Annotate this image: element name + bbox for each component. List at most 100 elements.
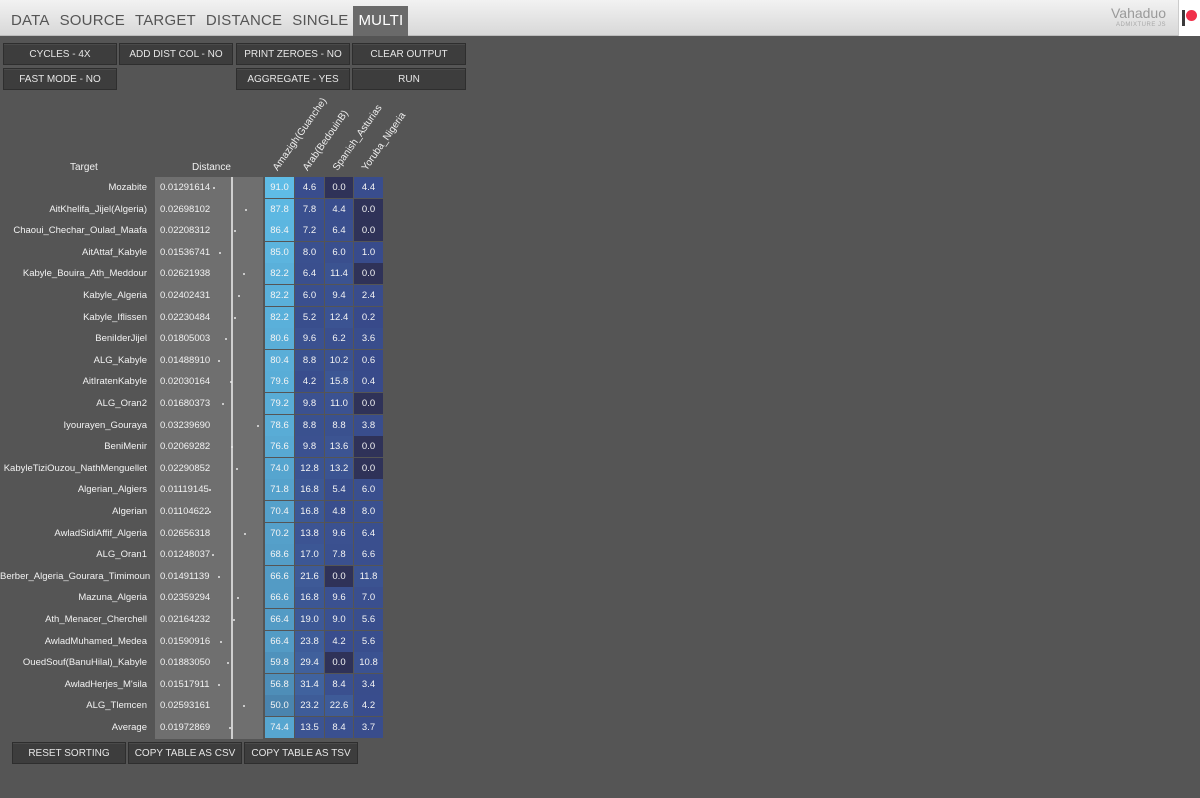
row-distance: 0.02402431 (160, 290, 211, 301)
row-target: Mozabite (108, 182, 147, 193)
brand: Vahaduo ADMIXTURE JS (1111, 5, 1166, 28)
table-row: KabyleTiziOuzou_NathMenguellet 0.02290852… (0, 457, 400, 479)
row-cell-source-4: 5.6 (354, 630, 383, 652)
row-cell-source-2: 8.8 (295, 349, 324, 371)
row-target: BeniMenir (104, 441, 147, 453)
table-row: Mazuna_Algeria 0.02359294 66.6 16.8 9.6 7.0 (0, 587, 400, 609)
row-target: ALG_Tlemcen (86, 700, 147, 712)
table-row: Algerian 0.01104622 70.4 16.8 4.8 8.0 (0, 501, 400, 522)
distance-marker (217, 575, 220, 578)
cycles-button[interactable]: CYCLES - 4X (3, 43, 117, 65)
tab-single[interactable]: SINGLE (287, 6, 353, 36)
row-cell-source-4: 4.4 (354, 177, 383, 198)
distance-marker (257, 424, 259, 427)
row-target: Berber_Algeria_Gourara_Timimoun (0, 570, 151, 582)
tab-data[interactable]: DATA (6, 6, 55, 36)
row-target: Algerian (112, 506, 147, 517)
row-cell-source-1: 59.8 (265, 652, 294, 674)
copy-csv-button[interactable]: COPY TABLE AS CSV (128, 742, 242, 764)
tab-target[interactable]: TARGET (130, 6, 201, 36)
header-distance[interactable]: Distance (192, 162, 231, 173)
table-row: BeniIderJijel 0.01805003 80.6 9.6 6.2 3.6 (0, 328, 400, 350)
tab-multi[interactable]: MULTI (353, 6, 409, 36)
distance-marker (243, 532, 246, 535)
row-cell-source-2: 6.4 (295, 263, 324, 285)
row-cell-source-2: 8.0 (295, 241, 324, 263)
row-target: ALG_Oran1 (96, 549, 147, 561)
row-cell-source-3: 6.0 (325, 241, 353, 263)
table-row: OuedSouf(BanuHilal)_Kabyle 0.01883050 59.8… (0, 652, 400, 674)
fast-mode-button[interactable]: FAST MODE - NO (3, 68, 117, 90)
add-dist-col-button[interactable]: ADD DIST COL - NO (119, 43, 233, 65)
row-distance: 0.02230484 (160, 311, 211, 323)
row-distance: 0.02698102 (160, 203, 211, 215)
table-row: ALG_Oran1 0.01248037 68.6 17.0 7.8 6.6 (0, 544, 400, 566)
patreon-icon-bar (1182, 10, 1185, 26)
row-distance: 0.01805003 (160, 333, 211, 345)
copy-tsv-button[interactable]: COPY TABLE AS TSV (244, 742, 358, 764)
row-cell-source-2: 21.6 (295, 565, 324, 587)
aggregate-button[interactable]: AGGREGATE - YES (236, 68, 350, 90)
row-cell-source-1: 86.4 (265, 220, 294, 242)
row-cell-source-4: 11.8 (354, 565, 383, 587)
row-distance: 0.01104622 (160, 506, 210, 517)
table-row: Average 0.01972869 74.4 13.5 8.4 3.7 (0, 717, 400, 738)
row-cell-source-1: 50.0 (265, 695, 294, 717)
row-cell-source-1: 79.6 (265, 371, 294, 393)
row-cell-source-2: 13.5 (295, 717, 324, 738)
row-distance: 0.02030164 (160, 376, 211, 388)
reset-sorting-button[interactable]: RESET SORTING (12, 742, 126, 764)
table-row: ALG_Tlemcen 0.02593161 50.0 23.2 22.6 4.2 (0, 695, 400, 717)
row-distance: 0.02069282 (160, 441, 211, 453)
run-button[interactable]: RUN (352, 68, 466, 90)
row-cell-source-3: 22.6 (325, 695, 353, 717)
row-cell-source-4: 6.4 (354, 522, 383, 544)
row-cell-source-3: 6.2 (325, 328, 353, 350)
patreon-link[interactable] (1178, 0, 1200, 36)
distance-marker (243, 273, 246, 276)
header-source-1[interactable]: Amazigh(Guanche) (271, 96, 329, 173)
row-distance: 0.02208312 (160, 225, 211, 237)
print-zeroes-button[interactable]: PRINT ZEROES - NO (236, 43, 350, 65)
distance-marker (233, 230, 236, 233)
row-cell-source-4: 8.0 (354, 501, 383, 522)
table-row: ALG_Oran2 0.01680373 79.2 9.8 11.0 0.0 (0, 393, 400, 414)
distance-marker (222, 403, 224, 405)
row-target: AitAttaf_Kabyle (82, 246, 147, 258)
row-cell-source-3: 9.6 (325, 587, 353, 609)
nav-tabs: DATA SOURCE TARGET DISTANCE SINGLE MULTI (6, 6, 409, 36)
row-target: Algerian_Algiers (77, 484, 147, 496)
row-distance: 0.01590916 (160, 635, 211, 647)
brand-subtitle: ADMIXTURE JS (1115, 22, 1166, 28)
header-target[interactable]: Target (70, 162, 98, 173)
row-distance: 0.02621938 (160, 268, 211, 280)
row-cell-source-1: 56.8 (265, 673, 294, 695)
row-target: Chaoui_Chechar_Oulad_Maafa (13, 225, 147, 237)
tab-distance[interactable]: DISTANCE (201, 6, 287, 36)
row-cell-source-3: 9.4 (325, 285, 353, 306)
row-cell-source-1: 82.2 (265, 285, 294, 306)
distance-marker (209, 489, 212, 492)
distance-marker (230, 446, 233, 449)
distance-marker (218, 251, 221, 254)
row-distance: 0.02359294 (160, 592, 211, 604)
row-cell-source-4: 2.4 (354, 285, 383, 306)
tab-source[interactable]: SOURCE (55, 6, 130, 36)
distance-marker (238, 295, 241, 297)
distance-marker (237, 597, 240, 600)
row-cell-source-4: 0.6 (354, 349, 383, 371)
row-cell-source-4: 0.0 (354, 220, 383, 242)
table-row: Algerian_Algiers 0.01119145 71.8 16.8 5.4 6.0 (0, 479, 400, 501)
distance-marker (226, 662, 229, 665)
row-cell-source-2: 13.8 (295, 522, 324, 544)
row-cell-source-1: 68.6 (265, 544, 294, 566)
clear-output-button[interactable]: CLEAR OUTPUT (352, 43, 466, 65)
row-cell-source-1: 80.4 (265, 349, 294, 371)
table-row: Iyourayen_Gouraya 0.03239690 78.6 8.8 8.8 3.8 (0, 414, 400, 436)
row-cell-source-4: 0.4 (354, 371, 383, 393)
distance-marker (212, 554, 215, 557)
row-cell-source-4: 0.0 (354, 393, 383, 414)
row-distance: 0.02593161 (160, 700, 211, 712)
row-cell-source-2: 6.0 (295, 285, 324, 306)
row-target: AitKhelifa_Jijel(Algeria) (49, 203, 147, 215)
